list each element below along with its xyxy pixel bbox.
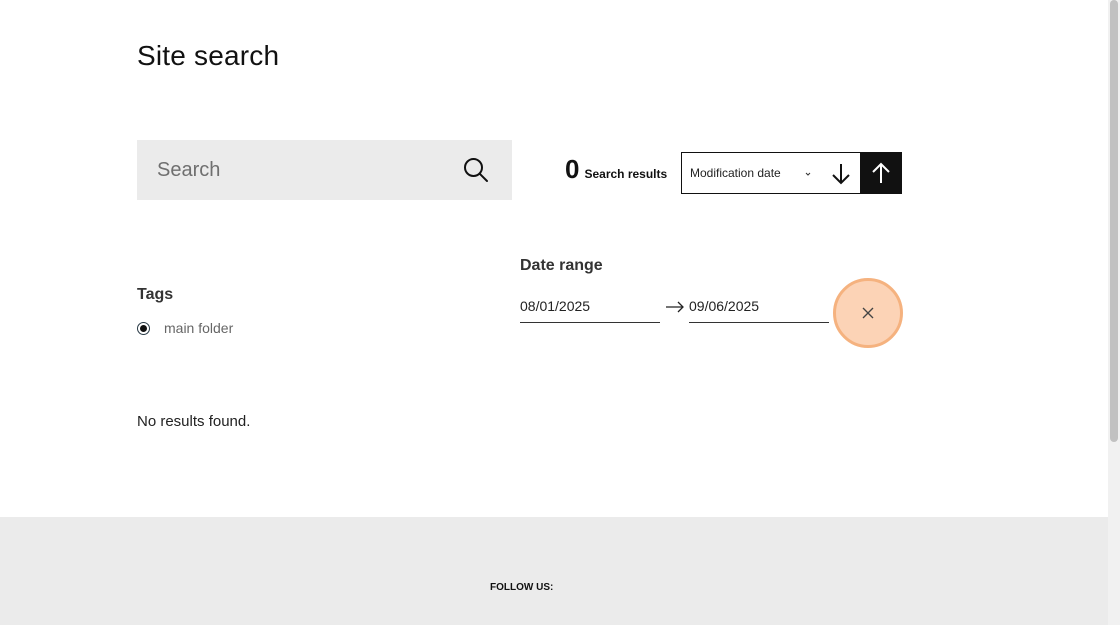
results-number: 0 [565, 154, 580, 184]
radio-selected-dot [140, 324, 147, 332]
scrollbar-track[interactable] [1108, 0, 1120, 625]
site-search-page: Site search 0 Search results Modificatio… [0, 0, 1120, 625]
sort-controls: Modification date [681, 152, 902, 194]
arrow-down-icon [832, 164, 850, 185]
scrollbar-thumb[interactable] [1110, 0, 1118, 442]
search-icon [464, 158, 488, 182]
results-count: 0 Search results [565, 154, 667, 185]
search-input[interactable] [137, 140, 440, 200]
results-label: Search results [584, 167, 668, 181]
no-results-message: No results found. [137, 413, 251, 430]
follow-us-label: FOLLOW US: [490, 582, 554, 593]
chevron-down-icon [805, 172, 811, 176]
tag-option-main-folder[interactable]: main folder [137, 320, 233, 336]
sort-ascending-button[interactable] [860, 152, 902, 194]
footer: FOLLOW US: [0, 517, 1108, 625]
page-title: Site search [137, 40, 280, 71]
close-icon [862, 307, 874, 319]
date-range-heading: Date range [520, 257, 603, 274]
clear-date-range-button[interactable] [833, 278, 903, 348]
sort-descending-button[interactable] [827, 160, 855, 188]
date-from-field[interactable] [520, 290, 660, 323]
tags-heading: Tags [137, 286, 174, 303]
tag-label: main folder [164, 320, 234, 336]
search-box [137, 140, 512, 200]
search-button[interactable] [440, 140, 512, 200]
arrow-up-icon [872, 162, 890, 183]
date-to-field[interactable] [689, 290, 829, 323]
sort-select[interactable]: Modification date [681, 152, 860, 194]
sort-selected-value: Modification date [690, 166, 781, 180]
arrow-right-icon [666, 301, 684, 313]
tag-radio[interactable] [137, 321, 150, 335]
